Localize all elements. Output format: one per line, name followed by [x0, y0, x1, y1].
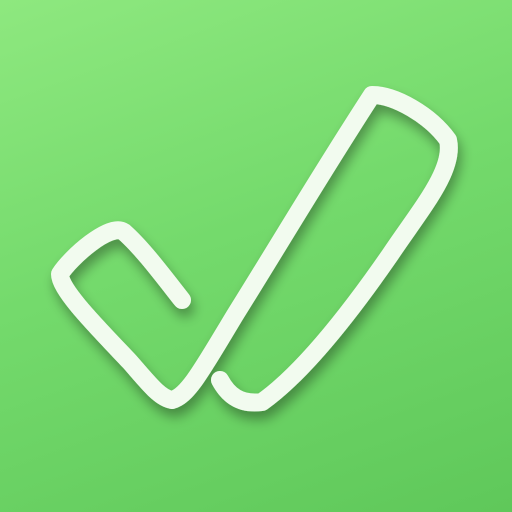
app-icon-background [0, 0, 512, 512]
check-mark-outline [51, 86, 458, 412]
check-outer-stroke [51, 86, 458, 412]
check-mark-icon [51, 86, 458, 412]
